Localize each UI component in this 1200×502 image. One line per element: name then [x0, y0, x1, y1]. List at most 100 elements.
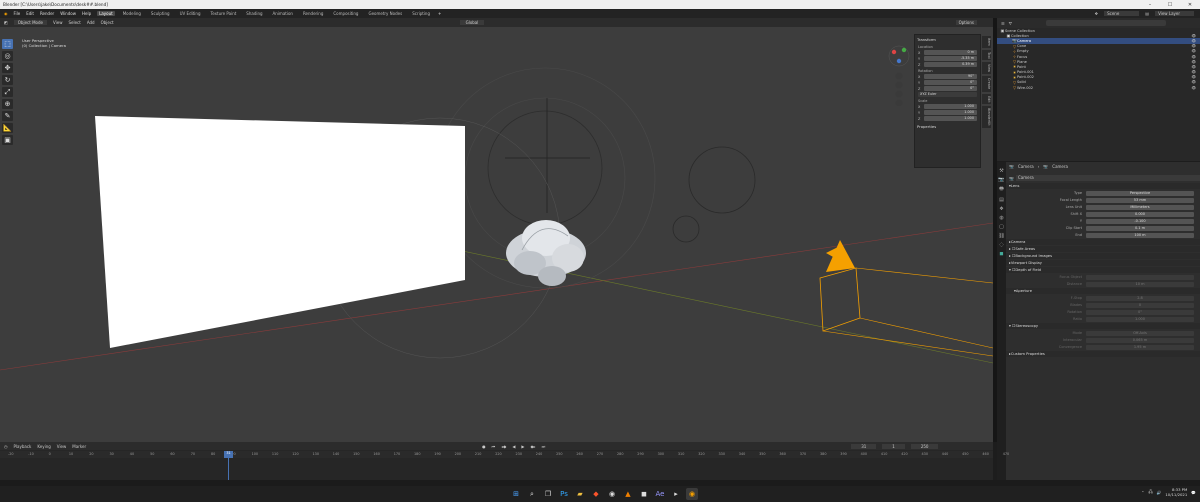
property-value-field[interactable]: 10 m [1086, 281, 1194, 287]
location-z-field[interactable]: Z 0.39 m [918, 62, 977, 67]
property-value-field[interactable]: 1.95 m [1086, 344, 1194, 350]
visibility-eye-icon[interactable]: 👁 [1191, 75, 1196, 79]
world-tab-icon[interactable]: ◍ [999, 215, 1003, 221]
scale-icon[interactable]: ⤢ [2, 87, 13, 97]
menu-view[interactable]: View [53, 20, 63, 25]
datablock-selector[interactable]: 📷 Camera [1006, 174, 1200, 182]
transform-orientation[interactable]: Global [459, 20, 485, 25]
system-clock[interactable]: 8:33 PM 10/11/2021 [1165, 487, 1187, 497]
tab-create[interactable]: Create [982, 76, 991, 92]
property-value-field[interactable]: 100 m [1086, 232, 1194, 238]
menu-help[interactable]: Help [82, 11, 91, 16]
3d-viewport[interactable]: ◩ Object Mode View Select Add Object Glo… [0, 18, 993, 442]
current-frame-field[interactable]: 31 [851, 443, 877, 449]
tab-geometry-nodes[interactable]: Geometry Nodes [366, 11, 404, 16]
menu-object[interactable]: Object [101, 20, 114, 25]
obs-icon[interactable]: ◉ [606, 488, 618, 500]
navigation-gizmo[interactable] [884, 44, 914, 106]
scene-tab-icon[interactable]: ❖ [999, 206, 1003, 212]
outliner-search-input[interactable] [1045, 20, 1166, 26]
location-x-field[interactable]: X0 m [918, 50, 977, 55]
property-value-field[interactable]: 0.1 m [1086, 225, 1194, 231]
location-y-field[interactable]: Y -5.35 m [918, 56, 977, 61]
property-value-field[interactable]: Perspective [1086, 190, 1194, 196]
stereoscopy-panel-header[interactable]: ▾ ☐ Stereoscopy [1006, 323, 1200, 329]
add-workspace-icon[interactable]: + [438, 11, 441, 16]
media-player-icon[interactable]: ◼ [638, 488, 650, 500]
move-icon[interactable]: ✥ [2, 63, 13, 73]
render-tab-icon[interactable]: 📷 [998, 177, 1004, 183]
view-layer-selector[interactable]: View Layer [1155, 11, 1194, 16]
windows-start-icon[interactable]: ⊞ [510, 488, 522, 500]
menu-select[interactable]: Select [68, 20, 80, 25]
physics-tab-icon[interactable]: ◌ [999, 242, 1003, 248]
tray-chevron-icon[interactable]: ⌃ [1141, 490, 1144, 495]
tab-shading[interactable]: Shading [244, 11, 264, 16]
measure-icon[interactable]: 📐 [2, 123, 13, 133]
rotation-z-field[interactable]: Z 0° [918, 86, 977, 91]
tab-blenderkit[interactable]: BlenderKit [982, 106, 991, 128]
visibility-eye-icon[interactable]: 👁 [1191, 49, 1196, 53]
search-icon[interactable]: ⌕ [526, 488, 538, 500]
play-icon[interactable]: ▶ [521, 444, 524, 449]
jump-end-icon[interactable]: ⏭ [542, 444, 546, 449]
tab-layout[interactable]: Layout [97, 11, 115, 16]
prev-key-icon[interactable]: ◂◆ [501, 444, 506, 449]
end-frame-field[interactable]: 250 [910, 443, 939, 449]
lens-panel-header[interactable]: ▾ Lens [1006, 183, 1200, 189]
menu-add[interactable]: Add [87, 20, 95, 25]
view-layer-tab-icon[interactable]: ▤ [999, 197, 1004, 203]
photoshop-icon[interactable]: Ps [558, 488, 570, 500]
network-icon[interactable]: 🖧 [1148, 489, 1152, 496]
menu-keying[interactable]: Keying [37, 444, 50, 449]
safe-areas-panel-header[interactable]: ▸ ☐ Safe Areas [1006, 246, 1200, 252]
jump-start-icon[interactable]: ⏮ [492, 444, 496, 449]
custom-properties-panel-header[interactable]: ▸ Custom Properties [1006, 351, 1200, 357]
constraints-tab-icon[interactable]: ⛓ [998, 233, 1004, 239]
rotate-icon[interactable]: ↻ [2, 75, 13, 85]
volume-icon[interactable]: 🔊 [1157, 490, 1162, 495]
property-value-field[interactable]: 0.065 m [1086, 337, 1194, 343]
options-button[interactable]: Options [955, 20, 977, 25]
play-reverse-icon[interactable]: ◀ [512, 444, 515, 449]
tab-sculpting[interactable]: Sculpting [149, 11, 172, 16]
tab-tool[interactable]: Tool [982, 49, 991, 61]
output-tab-icon[interactable]: 🖶 [999, 186, 1004, 194]
visibility-eye-icon[interactable]: 👁 [1191, 86, 1196, 90]
cursor-icon[interactable]: ◎ [2, 51, 13, 61]
select-box-icon[interactable]: ⬚ [2, 39, 13, 49]
background-images-panel-header[interactable]: ▸ ☐ Background Images [1006, 253, 1200, 259]
outliner-editor-icon[interactable]: ☰ [1001, 21, 1005, 26]
tab-view[interactable]: View [982, 62, 991, 75]
maximize-icon[interactable]: ☐ [1160, 0, 1180, 9]
property-value-field[interactable]: -0.100 [1086, 218, 1194, 224]
current-frame-indicator[interactable]: 31 [224, 451, 233, 458]
menu-edit[interactable]: Edit [26, 11, 34, 16]
rotation-y-field[interactable]: Y 0° [918, 80, 977, 85]
tab-edit[interactable]: Edit [982, 93, 991, 105]
transform-icon[interactable]: ⊕ [2, 99, 13, 109]
menu-window[interactable]: Window [60, 11, 76, 16]
outliner-item-wire-002[interactable]: ▽ Wire.002 👁 [997, 85, 1200, 90]
transform-header[interactable]: Transform [915, 35, 980, 44]
visibility-eye-icon[interactable]: 👁 [1191, 65, 1196, 69]
blender-taskbar-icon[interactable]: ◉ [686, 488, 698, 500]
camera-panel-header[interactable]: ▸ Camera [1006, 239, 1200, 245]
brave-browser-icon[interactable]: ◆ [590, 488, 602, 500]
tab-item[interactable]: Item [982, 36, 991, 48]
tab-rendering[interactable]: Rendering [301, 11, 325, 16]
record-icon[interactable]: ● [482, 444, 486, 449]
terminal-icon[interactable]: ▸ [670, 488, 682, 500]
property-value-field[interactable]: Off-Axis [1086, 330, 1194, 336]
visibility-eye-icon[interactable]: 👁 [1191, 55, 1196, 59]
editor-type-icon[interactable]: ◩ [4, 20, 8, 25]
timeline-editor[interactable]: ◷ Playback Keying View Marker ● ⏮ ◂◆ ◀ ▶… [0, 442, 1009, 480]
notification-icon[interactable]: 💬 [1191, 490, 1196, 495]
property-value-field[interactable]: 0 [1086, 302, 1194, 308]
after-effects-icon[interactable]: Ae [654, 488, 666, 500]
property-value-field[interactable]: 0° [1086, 309, 1194, 315]
visibility-eye-icon[interactable]: 👁 [1191, 44, 1196, 48]
scale-z-field[interactable]: Z 1.000 [918, 116, 977, 121]
camera-data-tab-icon[interactable]: ◼ [999, 251, 1003, 257]
close-icon[interactable]: ✕ [1180, 0, 1200, 9]
